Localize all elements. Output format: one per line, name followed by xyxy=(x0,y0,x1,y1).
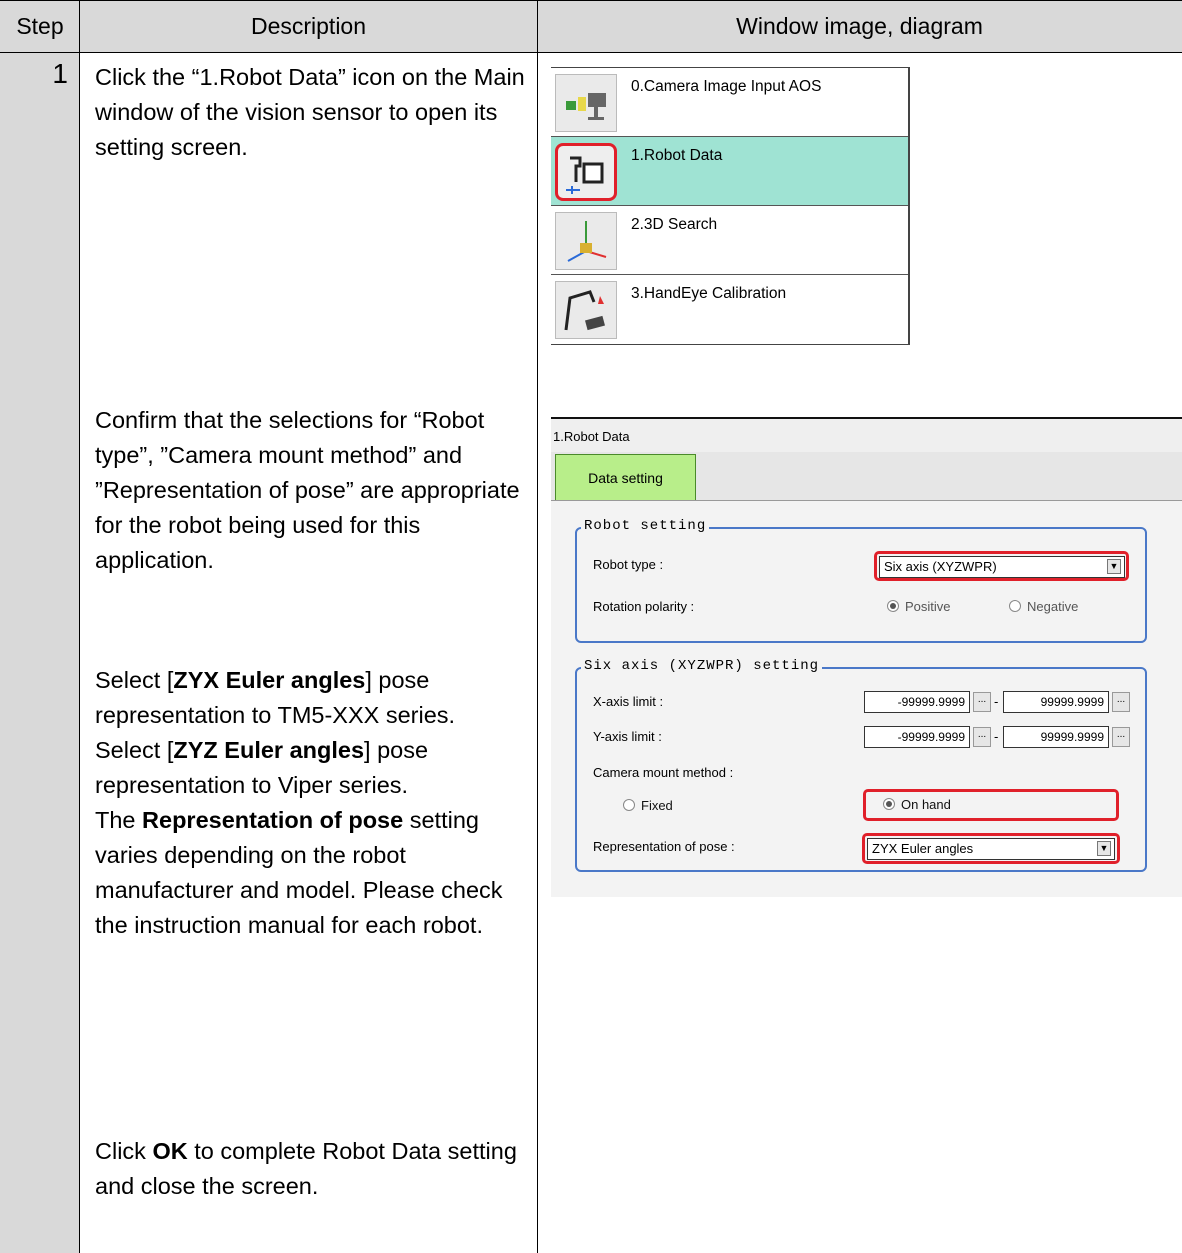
robot-type-label: Robot type : xyxy=(593,557,664,572)
on-hand-radio[interactable]: On hand xyxy=(883,797,951,812)
tab-data-setting[interactable]: Data setting xyxy=(555,454,696,500)
header-description: Description xyxy=(80,0,537,52)
robot-data-icon xyxy=(555,143,617,201)
paragraph-click-ok: Click OK to complete Robot Data setting … xyxy=(95,1134,535,1204)
main-window-icon-list: 0.Camera Image Input AOS 1.Robot Data 2.… xyxy=(551,67,910,345)
x-max-field[interactable]: 99999.9999 xyxy=(1003,691,1109,713)
3d-search-icon xyxy=(555,212,617,270)
paragraph-zyx-tm5: Select [ZYX Euler angles] pose represent… xyxy=(95,663,535,733)
y-min-ellipsis-button[interactable]: ... xyxy=(973,727,991,747)
paragraph-text: The xyxy=(95,807,143,833)
range-dash: - xyxy=(994,729,999,744)
robot-data-dialog: 1.Robot Data Data setting Robot setting … xyxy=(551,417,1182,897)
handeye-calibration-icon xyxy=(555,281,617,339)
description-block: Click the “1.Robot Data” icon on the Mai… xyxy=(95,60,535,165)
icon-item-handeye-calibration[interactable]: 3.HandEye Calibration xyxy=(551,275,908,343)
step-column xyxy=(0,53,79,1253)
dialog-title: 1.Robot Data xyxy=(553,429,630,444)
x-min-field[interactable]: -99999.9999 xyxy=(864,691,970,713)
icon-item-label: 2.3D Search xyxy=(631,216,718,233)
paragraph-representation-note: The Representation of pose setting varie… xyxy=(95,803,535,943)
icon-item-label: 3.HandEye Calibration xyxy=(631,285,787,302)
paragraph-text: Select [ xyxy=(95,737,174,763)
dialog-body: Robot setting Robot type : Six axis (XYZ… xyxy=(551,500,1182,897)
emphasized-text: OK xyxy=(152,1138,188,1164)
y-max-ellipsis-button[interactable]: ... xyxy=(1112,727,1130,747)
highlight-box xyxy=(874,551,1129,581)
camera-mount-label: Camera mount method : xyxy=(593,765,734,780)
x-min-ellipsis-button[interactable]: ... xyxy=(973,692,991,712)
highlight-box xyxy=(862,833,1120,864)
y-max-field[interactable]: 99999.9999 xyxy=(1003,726,1109,748)
group-legend: Six axis (XYZWPR) setting xyxy=(581,658,823,674)
paragraph-text: Select [ xyxy=(95,667,174,693)
emphasized-text: Representation of pose xyxy=(142,807,404,833)
icon-item-camera-input[interactable]: 0.Camera Image Input AOS xyxy=(551,68,908,137)
fixed-radio[interactable]: Fixed xyxy=(623,798,673,813)
emphasized-text: ZYX Euler angles xyxy=(173,667,366,693)
description-block: Select [ZYX Euler angles] pose represent… xyxy=(95,663,535,943)
rotation-polarity-label: Rotation polarity : xyxy=(593,599,695,614)
description-block: Confirm that the selections for “Robot t… xyxy=(95,403,535,578)
header-step: Step xyxy=(0,0,80,52)
y-min-field[interactable]: -99999.9999 xyxy=(864,726,970,748)
x-axis-label: X-axis limit : xyxy=(593,694,664,709)
range-dash: - xyxy=(994,694,999,709)
x-max-ellipsis-button[interactable]: ... xyxy=(1112,692,1130,712)
six-axis-setting-group: Six axis (XYZWPR) setting X-axis limit :… xyxy=(575,658,1147,872)
icon-item-label: 1.Robot Data xyxy=(631,147,723,164)
negative-radio[interactable]: Negative xyxy=(1009,599,1078,614)
positive-radio[interactable]: Positive xyxy=(887,599,951,614)
header-window-image: Window image, diagram xyxy=(537,0,1182,52)
description-block: Click OK to complete Robot Data setting … xyxy=(95,1134,535,1204)
paragraph-text: Click xyxy=(95,1138,153,1164)
y-axis-label: Y-axis limit : xyxy=(593,729,662,744)
emphasized-text: ZYZ Euler angles xyxy=(173,737,365,763)
icon-item-label: 0.Camera Image Input AOS xyxy=(631,78,822,95)
paragraph-text: Confirm that the selections for “Robot t… xyxy=(95,407,520,573)
icon-item-robot-data[interactable]: 1.Robot Data xyxy=(551,137,908,206)
camera-input-icon xyxy=(555,74,617,132)
paragraph-open-robot-data: Click the “1.Robot Data” icon on the Mai… xyxy=(95,60,535,165)
icon-item-3d-search[interactable]: 2.3D Search xyxy=(551,206,908,275)
group-legend: Robot setting xyxy=(581,518,710,534)
paragraph-confirm-selections: Confirm that the selections for “Robot t… xyxy=(95,403,535,578)
pose-label: Representation of pose : xyxy=(593,839,735,854)
paragraph-zyz-viper: Select [ZYZ Euler angles] pose represent… xyxy=(95,733,535,803)
step-number: 1 xyxy=(52,58,68,89)
robot-setting-group: Robot setting Robot type : Six axis (XYZ… xyxy=(575,518,1147,643)
paragraph-text: Click the “1.Robot Data” icon on the Mai… xyxy=(95,64,525,160)
